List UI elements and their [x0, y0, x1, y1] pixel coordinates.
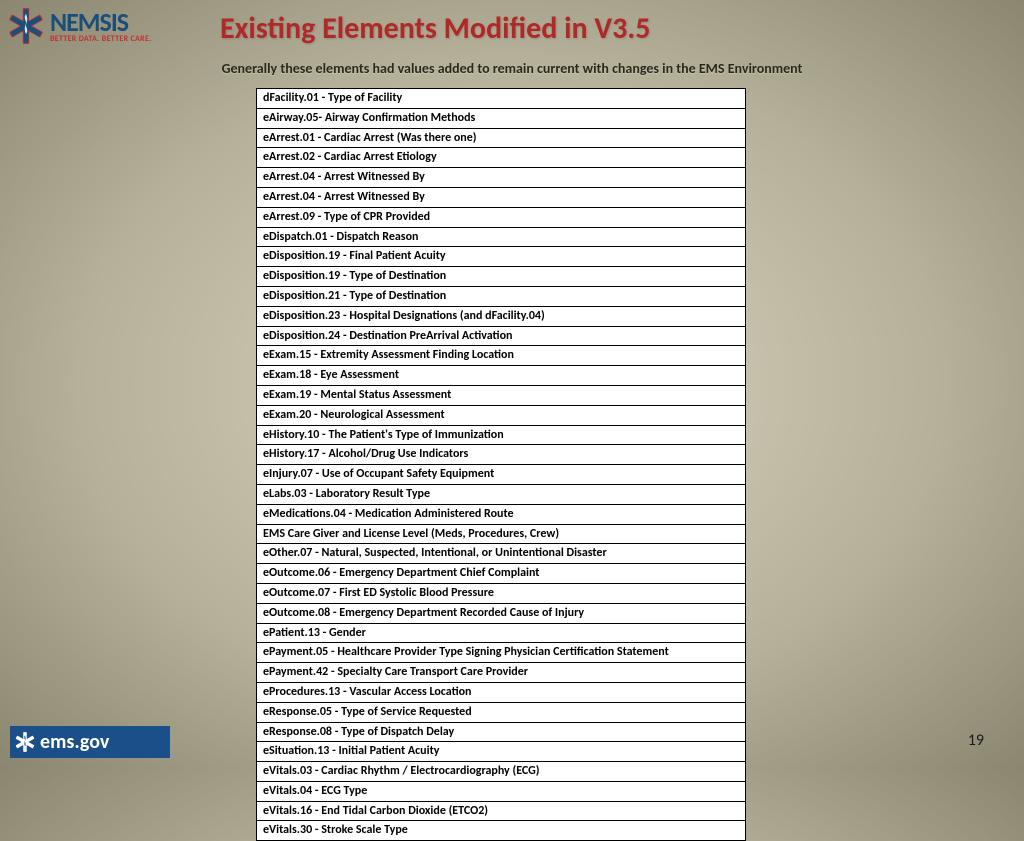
table-row: ePatient.13 - Gender: [257, 624, 745, 644]
table-row: ePayment.42 - Specialty Care Transport C…: [257, 663, 745, 683]
nemsis-logo-text: NEMSIS: [50, 9, 152, 35]
nemsis-tagline: BETTER DATA. BETTER CARE.: [50, 35, 152, 43]
elements-table: dFacility.01 - Type of FacilityeAirway.0…: [256, 88, 746, 841]
slide-title: Existing Elements Modified in V3.5: [220, 10, 651, 47]
table-row: eArrest.01 - Cardiac Arrest (Was there o…: [257, 129, 745, 149]
table-row: eMedications.04 - Medication Administere…: [257, 505, 745, 525]
table-row: eLabs.03 - Laboratory Result Type: [257, 485, 745, 505]
table-row: eResponse.08 - Type of Dispatch Delay: [257, 723, 745, 743]
table-row: eResponse.05 - Type of Service Requested: [257, 703, 745, 723]
table-row: eExam.15 - Extremity Assessment Finding …: [257, 346, 745, 366]
table-row: eOther.07 - Natural, Suspected, Intentio…: [257, 544, 745, 564]
ems-logo-text: ems.gov: [40, 730, 109, 754]
table-row: eSituation.13 - Initial Patient Acuity: [257, 742, 745, 762]
table-row: ePayment.05 - Healthcare Provider Type S…: [257, 643, 745, 663]
table-row: eDisposition.23 - Hospital Designations …: [257, 307, 745, 327]
table-row: eExam.20 - Neurological Assessment: [257, 406, 745, 426]
table-row: eArrest.02 - Cardiac Arrest Etiology: [257, 148, 745, 168]
table-row: eVitals.04 - ECG Type: [257, 782, 745, 802]
table-row: eHistory.17 - Alcohol/Drug Use Indicator…: [257, 445, 745, 465]
slide-subtitle: Generally these elements had values adde…: [0, 60, 1024, 77]
table-row: eInjury.07 - Use of Occupant Safety Equi…: [257, 465, 745, 485]
star-of-life-icon: [6, 6, 46, 46]
table-row: eExam.18 - Eye Assessment: [257, 366, 745, 386]
table-row: eVitals.16 - End Tidal Carbon Dioxide (E…: [257, 802, 745, 822]
table-row: eDisposition.19 - Type of Destination: [257, 267, 745, 287]
star-of-life-small-icon: [14, 731, 36, 753]
table-row: eExam.19 - Mental Status Assessment: [257, 386, 745, 406]
table-row: eDisposition.21 - Type of Destination: [257, 287, 745, 307]
table-row: dFacility.01 - Type of Facility: [257, 89, 745, 109]
table-row: eProcedures.13 - Vascular Access Locatio…: [257, 683, 745, 703]
nemsis-logo: NEMSIS BETTER DATA. BETTER CARE.: [6, 6, 152, 46]
table-row: eArrest.04 - Arrest Witnessed By: [257, 168, 745, 188]
table-row: eVitals.30 - Stroke Scale Type: [257, 821, 745, 840]
table-row: eOutcome.07 - First ED Systolic Blood Pr…: [257, 584, 745, 604]
table-row: eOutcome.08 - Emergency Department Recor…: [257, 604, 745, 624]
table-row: eArrest.04 - Arrest Witnessed By: [257, 188, 745, 208]
table-row: eDispatch.01 - Dispatch Reason: [257, 228, 745, 248]
table-row: eArrest.09 - Type of CPR Provided: [257, 208, 745, 228]
table-row: EMS Care Giver and License Level (Meds, …: [257, 525, 745, 545]
table-row: eDisposition.19 - Final Patient Acuity: [257, 247, 745, 267]
table-row: eHistory.10 - The Patient's Type of Immu…: [257, 426, 745, 446]
page-number: 19: [968, 731, 984, 750]
ems-gov-logo: ems.gov: [10, 726, 170, 758]
table-row: eOutcome.06 - Emergency Department Chief…: [257, 564, 745, 584]
table-row: eAirway.05- Airway Confirmation Methods: [257, 109, 745, 129]
table-row: eVitals.03 - Cardiac Rhythm / Electrocar…: [257, 762, 745, 782]
table-row: eDisposition.24 - Destination PreArrival…: [257, 327, 745, 347]
